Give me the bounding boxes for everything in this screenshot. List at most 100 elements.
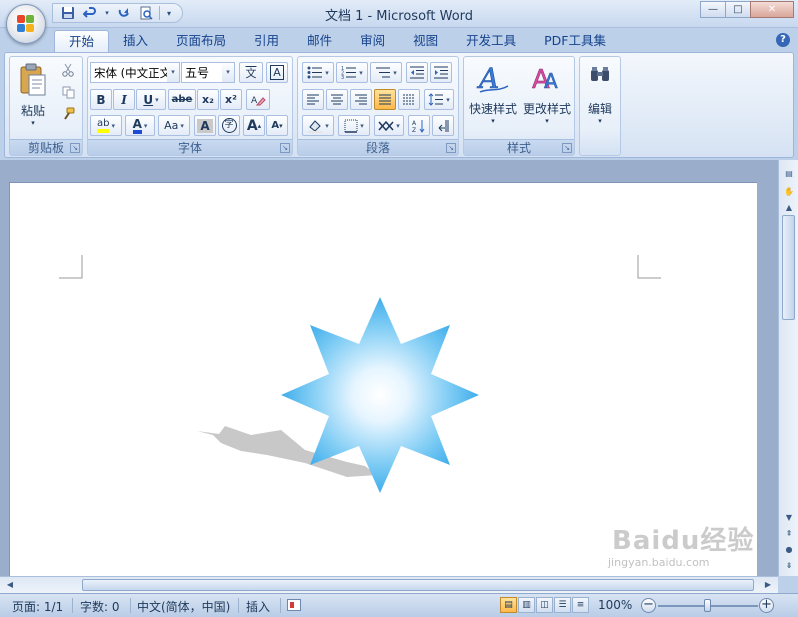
outline-view-icon[interactable]: ☰ [554,597,571,613]
tab-page-layout[interactable]: 页面布局 [162,30,240,52]
underline-button[interactable]: U ▾ [136,89,166,110]
justify-button[interactable] [374,89,396,110]
borders-button[interactable]: ▾ [338,115,370,136]
zoom-level[interactable]: 100% [598,598,632,612]
word-count[interactable]: 字数: 0 [80,598,120,615]
change-styles-button[interactable]: A A 更改样式 ▾ [520,60,574,136]
language-indicator[interactable]: 中文(简体，中国) [137,598,230,615]
bullets-button[interactable]: ▾ [302,62,334,83]
macro-record-icon[interactable] [287,599,301,611]
ruler-toggle-icon[interactable]: ▤ [783,168,795,180]
quick-styles-label: 快速样式 [468,102,517,116]
editing-dropdown-icon[interactable]: ▾ [582,117,618,125]
font-color-button[interactable]: A ▾ [125,115,155,136]
previous-page-icon[interactable]: ⇞ [783,528,795,540]
minimize-button[interactable]: — [700,1,726,18]
print-layout-view-icon[interactable]: ▤ [500,597,517,613]
scroll-left-icon[interactable]: ◀ [4,579,16,591]
superscript-button[interactable]: x² [220,89,242,110]
decrease-indent-button[interactable] [406,62,428,83]
scroll-down-icon[interactable]: ▼ [783,512,795,524]
shrink-font-button[interactable]: A ▾ [266,115,288,136]
font-color-icon: A [132,118,142,134]
zoom-slider-thumb[interactable] [704,599,711,612]
enclose-characters-button[interactable]: 字 [218,115,240,136]
vertical-scrollbar[interactable]: ▤ ✋ ▲ ▼ ⇞ ● ⇟ [778,160,798,576]
tab-developer[interactable]: 开发工具 [452,30,530,52]
vertical-scroll-thumb[interactable] [782,215,795,320]
tab-pdf-tools[interactable]: PDF工具集 [530,30,620,52]
scroll-right-icon[interactable]: ▶ [762,579,774,591]
maximize-button[interactable]: □ [725,1,751,18]
editing-button[interactable]: 编辑 ▾ [582,60,618,150]
tab-view[interactable]: 视图 [399,30,452,52]
font-name-select[interactable]: 宋体 (中文正文) ▾ [90,62,180,83]
horizontal-scrollbar[interactable]: ◀ ▶ [0,576,778,593]
format-painter-icon[interactable] [58,105,78,123]
numbering-icon: 123 [341,66,357,79]
chinese-layout-button[interactable]: ▾ [374,115,404,136]
text-highlight-button[interactable]: ab ▾ [90,115,122,136]
web-layout-view-icon[interactable]: ◫ [536,597,553,613]
numbering-button[interactable]: 1 2 3 ▾ [336,62,368,83]
help-icon[interactable]: ? [776,33,790,47]
copy-icon[interactable] [58,83,78,101]
multilevel-list-icon [376,67,391,78]
tab-review[interactable]: 审阅 [346,30,399,52]
line-spacing-button[interactable]: ▾ [424,89,454,110]
cut-icon[interactable] [58,61,78,79]
tab-mailings[interactable]: 邮件 [293,30,346,52]
horizontal-scroll-thumb[interactable] [82,579,754,591]
underline-icon: U [143,92,154,107]
distributed-button[interactable] [398,89,420,110]
scroll-up-icon[interactable]: ▲ [783,202,795,214]
zoom-out-icon[interactable]: − [641,598,656,613]
sort-button[interactable]: AZ [408,115,430,136]
zoom-in-icon[interactable]: + [759,598,774,613]
next-page-icon[interactable]: ⇟ [783,560,795,572]
clear-formatting-button[interactable]: A [246,89,270,110]
star-shape[interactable] [195,295,495,515]
editing-label: 编辑 [587,102,612,116]
paragraph-launcher-icon[interactable]: ↘ [446,143,456,153]
strikethrough-button[interactable]: abe [168,89,196,110]
page-count[interactable]: 页面: 1/1 [12,598,63,615]
shading-button[interactable]: ▾ [302,115,334,136]
character-shading-button[interactable]: A [194,115,216,136]
font-launcher-icon[interactable]: ↘ [280,143,290,153]
align-right-button[interactable] [350,89,372,110]
quick-styles-button[interactable]: A 快速样式 ▾ [466,60,520,136]
tab-references[interactable]: 引用 [240,30,293,52]
clipboard-launcher-icon[interactable]: ↘ [70,143,80,153]
subscript-button[interactable]: x₂ [197,89,219,110]
office-button[interactable] [6,4,46,44]
align-left-button[interactable] [302,89,324,110]
full-screen-reading-view-icon[interactable]: ▥ [518,597,535,613]
document-page[interactable] [9,182,757,576]
grow-font-button[interactable]: A ▴ [243,115,265,136]
change-case-button[interactable]: Aa ▾ [158,115,190,136]
font-name-dropdown-icon[interactable]: ▾ [167,63,179,82]
align-center-button[interactable] [326,89,348,110]
font-size-select[interactable]: 五号 ▾ [181,62,235,83]
font-size-dropdown-icon[interactable]: ▾ [222,63,234,82]
draft-view-icon[interactable]: ≡ [572,597,589,613]
tab-insert[interactable]: 插入 [109,30,162,52]
paste-button[interactable]: 粘贴 ▾ [16,61,50,133]
styles-launcher-icon[interactable]: ↘ [562,143,572,153]
pan-hand-icon[interactable]: ✋ [783,186,795,198]
close-button[interactable]: ✕ [750,1,794,18]
insert-mode-indicator[interactable]: 插入 [246,598,270,615]
show-formatting-marks-button[interactable] [432,115,454,136]
multilevel-list-button[interactable]: ▾ [370,62,402,83]
italic-button[interactable]: I [113,89,135,110]
quick-styles-dropdown-icon[interactable]: ▾ [466,117,520,125]
character-border-button[interactable]: A [266,62,288,83]
change-styles-dropdown-icon[interactable]: ▾ [520,117,574,125]
paste-dropdown-icon[interactable]: ▾ [16,119,50,127]
tab-home[interactable]: 开始 [54,30,110,52]
phonetic-guide-button[interactable]: 文 [239,62,263,83]
select-browse-object-icon[interactable]: ● [783,544,795,556]
bold-button[interactable]: B [90,89,112,110]
increase-indent-button[interactable] [430,62,452,83]
